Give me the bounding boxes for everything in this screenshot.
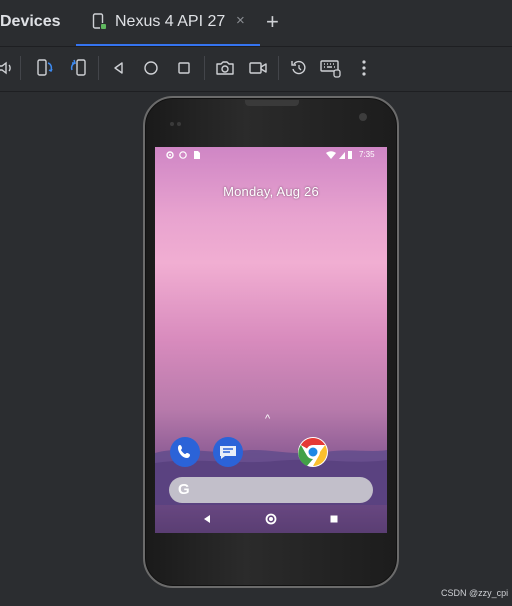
device-icon — [92, 13, 108, 31]
camera-icon[interactable] — [214, 57, 236, 79]
tab-bar: Devices Nexus 4 API 27 × + — [0, 0, 512, 47]
back-icon[interactable] — [108, 57, 130, 79]
toolbar-divider — [278, 56, 279, 80]
reset-icon[interactable] — [288, 57, 310, 79]
add-tab-button[interactable]: + — [266, 9, 279, 35]
rotate-left-icon[interactable] — [34, 57, 56, 79]
overview-icon[interactable] — [173, 57, 195, 79]
signal-icons — [326, 151, 352, 159]
date-widget[interactable]: Monday, Aug 26 — [155, 184, 387, 199]
tool-window-title: Devices — [0, 13, 61, 30]
status-bar: 7:35 — [155, 147, 387, 163]
chrome-app-icon[interactable] — [298, 437, 328, 467]
tab-label: Nexus 4 API 27 — [115, 13, 226, 30]
google-search-bar[interactable]: G — [169, 477, 373, 503]
front-camera — [359, 113, 367, 121]
android-nav-bar — [155, 506, 387, 533]
emulator-toolbar — [0, 47, 512, 92]
status-time: 7:35 — [359, 150, 375, 159]
more-icon[interactable] — [353, 57, 375, 79]
toolbar-divider — [204, 56, 205, 80]
volume-icon[interactable] — [0, 57, 18, 79]
app-drawer-chevron[interactable]: ^ — [265, 413, 270, 425]
watermark: CSDN @zzy_cpi — [441, 588, 509, 598]
phone-earpiece — [245, 100, 299, 106]
rotate-right-icon[interactable] — [67, 57, 89, 79]
toolbar-divider — [20, 56, 21, 80]
phone-app-icon[interactable] — [170, 437, 200, 467]
home-icon[interactable] — [140, 57, 162, 79]
toolbar-divider — [98, 56, 99, 80]
google-logo: G — [178, 481, 190, 498]
speaker-grille — [169, 114, 189, 126]
nav-back-icon[interactable] — [202, 514, 212, 524]
close-icon[interactable]: × — [236, 12, 245, 29]
device-screen[interactable]: 7:35 Monday, Aug 26 ^ G — [155, 147, 387, 533]
video-icon[interactable] — [247, 57, 269, 79]
keyboard-icon[interactable] — [320, 57, 342, 79]
nav-overview-icon[interactable] — [329, 514, 339, 524]
tab-device[interactable]: Nexus 4 API 27 × — [76, 0, 260, 46]
nav-home-icon[interactable] — [265, 513, 277, 525]
messages-app-icon[interactable] — [213, 437, 243, 467]
notification-icons — [166, 151, 200, 159]
